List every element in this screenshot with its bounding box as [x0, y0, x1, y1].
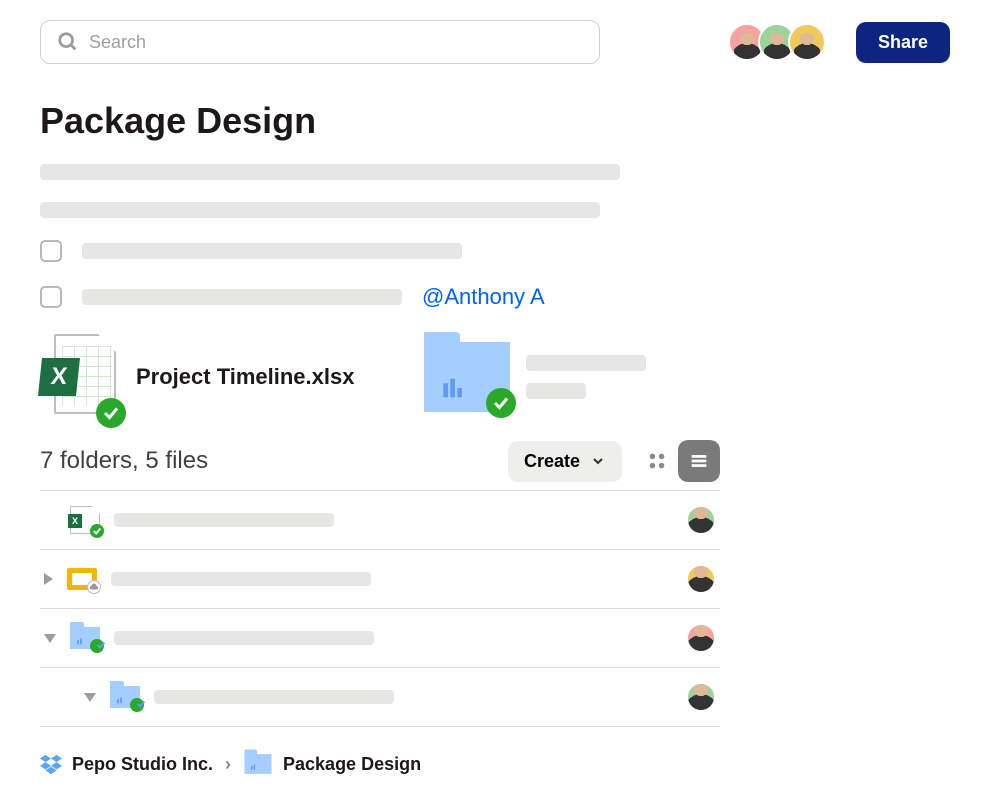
view-toggle	[636, 440, 720, 482]
expand-icon[interactable]	[44, 573, 53, 585]
search-input[interactable]	[89, 32, 583, 53]
synced-check-icon	[96, 398, 126, 428]
checklist-item	[40, 240, 680, 262]
folder-icon	[245, 754, 272, 774]
synced-check-icon	[90, 524, 104, 538]
search-icon	[57, 31, 79, 53]
avatar[interactable]	[686, 623, 716, 653]
avatar[interactable]	[686, 682, 716, 712]
grid-view-button[interactable]	[636, 440, 678, 482]
dropbox-icon	[40, 753, 62, 775]
folder-icon	[70, 627, 100, 649]
text-line	[526, 383, 586, 399]
synced-check-icon	[90, 639, 104, 653]
text-line	[40, 202, 680, 218]
text-line	[111, 572, 371, 586]
list-view-button[interactable]	[678, 440, 720, 482]
collapse-icon[interactable]	[84, 693, 96, 702]
checkbox[interactable]	[40, 286, 62, 308]
list-item[interactable]	[40, 550, 720, 609]
topbar: Share	[40, 20, 950, 64]
breadcrumb-item[interactable]: Pepo Studio Inc.	[40, 753, 213, 775]
text-line	[526, 355, 646, 371]
breadcrumb-label: Package Design	[283, 754, 421, 775]
text-line	[154, 690, 394, 704]
checkbox[interactable]	[40, 240, 62, 262]
folder-icon	[110, 686, 140, 708]
breadcrumb-label: Pepo Studio Inc.	[72, 754, 213, 775]
list-item[interactable]: X	[40, 490, 720, 550]
avatar[interactable]	[686, 505, 716, 535]
text-line	[82, 243, 462, 259]
avatar[interactable]	[788, 23, 826, 61]
text-line	[40, 164, 680, 180]
file-card[interactable]: X Project Timeline.xlsx	[40, 332, 354, 422]
page-title: Package Design	[40, 100, 950, 142]
chevron-right-icon: ›	[225, 754, 231, 775]
cloud-sync-icon	[87, 580, 101, 594]
items-count: 7 folders, 5 files	[40, 447, 208, 475]
search-box	[40, 20, 600, 64]
synced-check-icon	[486, 388, 516, 418]
file-list: X	[40, 490, 720, 727]
text-line	[114, 513, 334, 527]
text-line	[82, 289, 402, 305]
folder-card[interactable]	[424, 332, 646, 422]
collapse-icon[interactable]	[44, 634, 56, 643]
summary-bar: 7 folders, 5 files Create	[40, 440, 720, 482]
avatar[interactable]	[686, 564, 716, 594]
attachments-row: X Project Timeline.xlsx	[40, 332, 950, 422]
checklist-item: @Anthony A	[40, 284, 680, 310]
create-label: Create	[524, 451, 580, 472]
collaborator-avatars	[736, 23, 826, 61]
text-line	[114, 631, 374, 645]
synced-check-icon	[130, 698, 144, 712]
excel-icon: X	[70, 506, 100, 534]
share-button[interactable]: Share	[856, 22, 950, 63]
list-item[interactable]	[40, 609, 720, 668]
file-name: Project Timeline.xlsx	[136, 364, 354, 390]
chevron-down-icon	[590, 453, 606, 469]
create-button[interactable]: Create	[508, 441, 622, 482]
breadcrumb: Pepo Studio Inc. › Package Design	[40, 753, 950, 775]
list-item[interactable]	[40, 668, 720, 727]
slides-icon	[67, 568, 97, 590]
breadcrumb-item[interactable]: Package Design	[243, 753, 421, 775]
mention[interactable]: @Anthony A	[422, 284, 545, 310]
